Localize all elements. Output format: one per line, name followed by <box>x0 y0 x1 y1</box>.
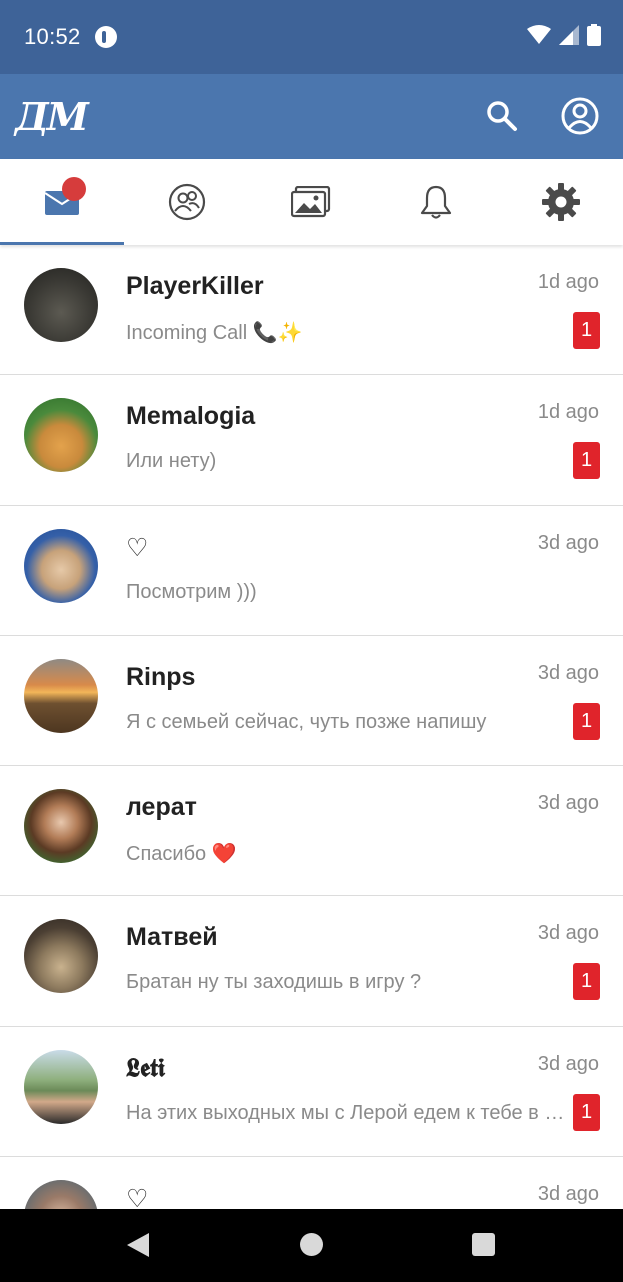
chat-name: Rinps <box>126 662 196 691</box>
active-tab-indicator <box>0 242 124 245</box>
chat-preview: Я с семьей сейчас, чуть позже напишу <box>126 710 487 733</box>
chat-time: 3d ago <box>537 1183 599 1206</box>
chat-row-heart[interactable]: ♡ 3d ago Посмотрим ))) <box>0 505 623 636</box>
tab-friends[interactable] <box>125 159 250 245</box>
chat-list: PlayerKiller 1d ago Incoming Call 📞✨ 1 M… <box>0 245 623 1209</box>
battery-icon <box>587 24 601 46</box>
tab-bar <box>0 159 623 245</box>
avatar <box>24 789 98 864</box>
wifi-icon <box>527 25 551 44</box>
bell-icon <box>420 185 452 219</box>
status-icons <box>527 24 601 46</box>
avatar <box>24 658 98 733</box>
unread-badge: 1 <box>573 312 600 349</box>
chat-row-matvey[interactable]: Матвей 3d ago Братан ну ты заходишь в иг… <box>0 896 623 1027</box>
status-time: 10:52 <box>24 24 81 49</box>
gear-icon <box>541 183 580 221</box>
back-icon[interactable] <box>127 1233 149 1257</box>
chat-time: 3d ago <box>537 922 599 945</box>
search-icon[interactable] <box>484 98 520 134</box>
avatar <box>24 1049 98 1124</box>
chat-row-heart-2[interactable]: ♡ 3d ago <box>0 1157 623 1209</box>
chat-preview: Братан ну ты заходишь в игру ? <box>126 971 422 994</box>
tab-notifications[interactable] <box>374 159 499 245</box>
unread-badge: 1 <box>573 442 600 480</box>
tab-photos[interactable] <box>249 159 374 245</box>
chat-row-lerat[interactable]: лерат 3d ago Спасибо ❤️ <box>0 766 623 897</box>
chat-time: 1d ago <box>537 401 599 424</box>
chat-preview: На этих выходных мы с Лерой едем к тебе … <box>126 1101 568 1124</box>
chat-row-memalogia[interactable]: Memalogia 1d ago Или нету) 1 <box>0 375 623 506</box>
chat-name: Матвей <box>126 923 218 952</box>
chat-time: 3d ago <box>537 661 599 684</box>
chat-row-rinps[interactable]: Rinps 3d ago Я с семьей сейчас, чуть поз… <box>0 635 623 767</box>
chat-preview: Или нету) <box>126 450 217 473</box>
tab-messages[interactable] <box>0 159 125 245</box>
app-logo: ДМ <box>15 94 89 139</box>
photos-icon <box>291 186 331 218</box>
account-icon[interactable] <box>560 96 600 136</box>
chat-name: ♡ <box>126 1185 149 1209</box>
chat-time: 3d ago <box>537 531 599 554</box>
unread-badge: 1 <box>573 963 600 1001</box>
app-notification-icon <box>95 26 117 48</box>
avatar <box>24 919 98 994</box>
chat-preview: Посмотрим ))) <box>126 580 257 603</box>
status-bar: 10:52 <box>0 0 623 74</box>
people-icon <box>168 183 205 221</box>
chat-name: Memalogia <box>126 402 256 431</box>
tab-settings[interactable] <box>498 159 623 245</box>
chat-time: 1d ago <box>537 271 599 293</box>
avatar <box>24 528 98 603</box>
recents-icon[interactable] <box>472 1233 495 1256</box>
chat-row-leti[interactable]: 𝕷𝖊𝖙𝖎 3d ago На этих выходных мы с Лерой … <box>0 1026 623 1158</box>
chat-preview: Incoming Call 📞✨ <box>126 322 303 344</box>
app-bar: ДМ <box>0 74 623 159</box>
chat-name: 𝕷𝖊𝖙𝖎 <box>126 1053 166 1082</box>
cellular-signal-icon <box>559 25 579 45</box>
avatar <box>24 1180 98 1209</box>
chat-row-playerkiller[interactable]: PlayerKiller 1d ago Incoming Call 📞✨ 1 <box>0 245 623 376</box>
chat-time: 3d ago <box>537 1052 599 1075</box>
notification-dot <box>62 177 86 201</box>
chat-name: PlayerKiller <box>126 272 264 300</box>
unread-badge: 1 <box>573 702 600 740</box>
chat-name: лерат <box>126 793 197 822</box>
chat-preview: Спасибо ❤️ <box>126 843 237 866</box>
chat-name: ♡ <box>126 533 149 562</box>
avatar <box>24 398 98 473</box>
system-nav-bar <box>0 1209 623 1282</box>
chat-time: 3d ago <box>537 792 599 815</box>
avatar <box>24 268 98 342</box>
unread-badge: 1 <box>573 1093 600 1131</box>
home-icon[interactable] <box>300 1233 323 1256</box>
